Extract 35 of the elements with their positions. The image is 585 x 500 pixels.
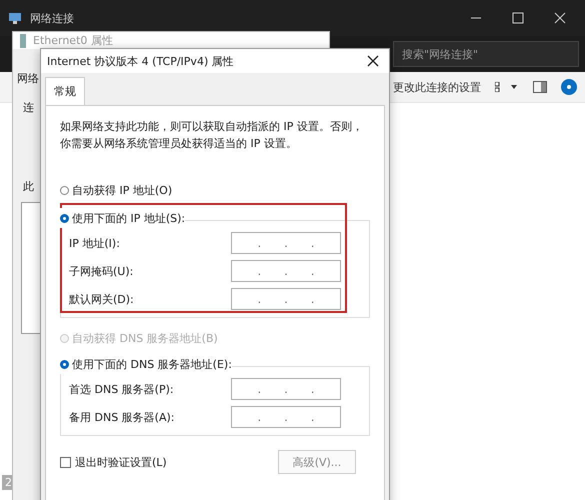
field-label: 子网掩码(U): — [69, 264, 134, 278]
radio-button[interactable] — [60, 360, 69, 368]
network-icon — [8, 12, 22, 24]
tab[interactable]: 网络 — [17, 71, 39, 86]
section-label: 连 — [23, 100, 34, 115]
radio-label: 自动获得 DNS 服务器地址(B) — [72, 330, 218, 346]
ip-address-field[interactable]: . . . — [231, 378, 341, 400]
tab[interactable]: 常规 — [45, 77, 85, 105]
field-label: 默认网关(D): — [69, 292, 134, 306]
search-field[interactable]: 搜索"网络连接" — [393, 41, 579, 67]
checkbox[interactable] — [60, 456, 71, 468]
ip-address-field[interactable]: . . . — [231, 406, 341, 428]
dialog-title: Ethernet0 属性 — [33, 33, 113, 48]
preview-pane-icon[interactable] — [533, 81, 547, 93]
radio-button[interactable] — [60, 214, 69, 222]
toolbar-link[interactable]: 更改此连接的设置 — [393, 80, 481, 94]
radio-label: 自动获得 IP 地址(O) — [72, 182, 172, 198]
radio-button[interactable] — [60, 186, 69, 194]
checkbox-label: 退出时验证设置(L) — [75, 454, 167, 470]
ip-address-field[interactable]: . . . — [231, 288, 341, 310]
section-label: 此 — [23, 179, 34, 194]
help-icon[interactable] — [561, 79, 577, 95]
field-label: 备用 DNS 服务器(A): — [69, 410, 174, 424]
advanced-button[interactable]: 高级(V)... — [278, 450, 356, 474]
dialog-title: Internet 协议版本 4 (TCP/IPv4) 属性 — [47, 54, 234, 68]
radio-label: 使用下面的 IP 地址(S): — [72, 210, 186, 226]
description-text: 如果网络支持此功能，则可以获取自动指派的 IP 设置。否则，你需要从网络系统管理员处获得适当的 IP 设置。 — [60, 119, 364, 152]
field-label: IP 地址(I): — [69, 236, 120, 250]
ip-address-field[interactable]: . . . — [231, 260, 341, 282]
view-options-icon[interactable] — [495, 82, 519, 92]
ip-address-field[interactable]: . . . — [231, 232, 341, 254]
field-label: 首选 DNS 服务器(P): — [69, 382, 174, 396]
network-adapter-icon — [19, 34, 27, 48]
radio-label: 使用下面的 DNS 服务器地址(E): — [72, 356, 232, 372]
window-title: 网络连接 — [30, 10, 75, 26]
